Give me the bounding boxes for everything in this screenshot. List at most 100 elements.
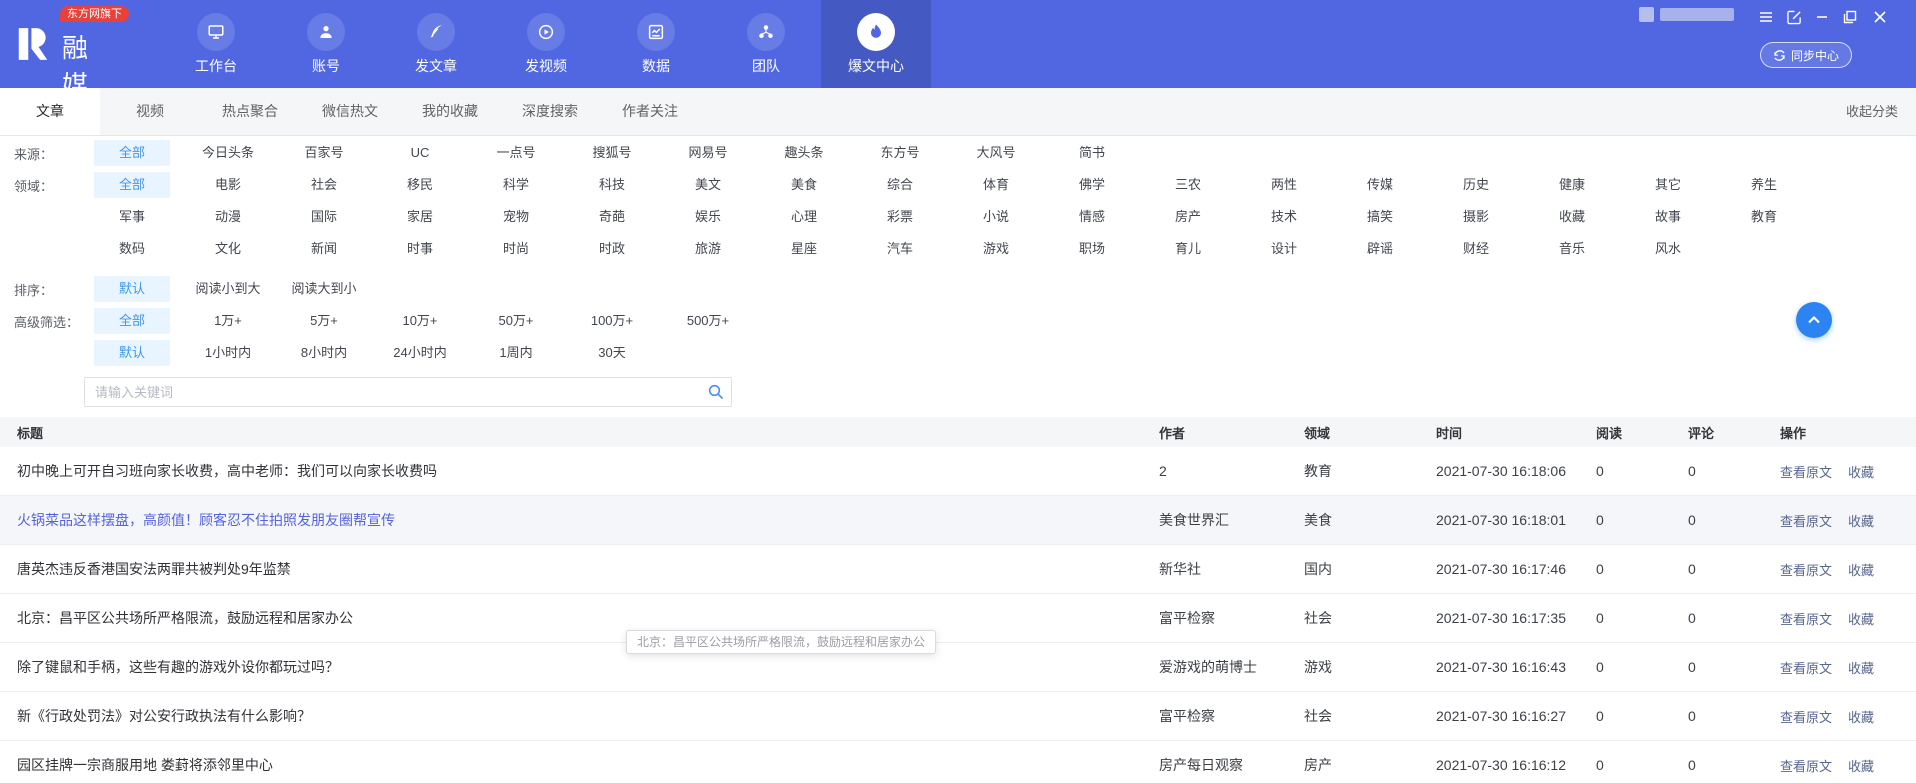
domain-option-chip[interactable]: 娱乐: [670, 204, 746, 230]
domain-option-chip[interactable]: 星座: [766, 236, 842, 262]
domain-option-chip[interactable]: 房产: [1150, 204, 1226, 230]
domain-option-chip[interactable]: 健康: [1534, 172, 1610, 198]
avatar[interactable]: [1639, 7, 1654, 22]
view-original-link[interactable]: 查看原文: [1780, 658, 1832, 677]
view-original-link[interactable]: 查看原文: [1780, 462, 1832, 481]
read-count-option-chip[interactable]: 100万+: [574, 308, 650, 334]
tab-hot-aggregate[interactable]: 热点聚合: [200, 88, 300, 135]
article-title[interactable]: 除了键鼠和手柄，这些有趣的游戏外设你都玩过吗？: [17, 659, 339, 675]
domain-option-chip[interactable]: 故事: [1630, 204, 1706, 230]
domain-option-chip[interactable]: 国际: [286, 204, 362, 230]
feedback-edit-icon[interactable]: [1784, 7, 1804, 27]
keyword-search-input[interactable]: [84, 377, 732, 407]
domain-option-chip[interactable]: 历史: [1438, 172, 1514, 198]
view-original-link[interactable]: 查看原文: [1780, 560, 1832, 579]
sync-center-button[interactable]: 同步中心: [1759, 42, 1852, 68]
domain-option-chip[interactable]: 时尚: [478, 236, 554, 262]
favorite-link[interactable]: 收藏: [1848, 609, 1874, 628]
domain-option-chip[interactable]: 时政: [574, 236, 650, 262]
time-range-option-chip[interactable]: 1小时内: [190, 340, 266, 366]
read-count-option-chip[interactable]: 500万+: [670, 308, 746, 334]
read-count-option-chip[interactable]: 全部: [94, 308, 170, 334]
maximize-button[interactable]: [1840, 7, 1860, 27]
domain-option-chip[interactable]: 汽车: [862, 236, 938, 262]
sort-option-chip[interactable]: 阅读小到大: [190, 276, 266, 302]
domain-option-chip[interactable]: 全部: [94, 172, 170, 198]
domain-option-chip[interactable]: 搞笑: [1342, 204, 1418, 230]
domain-option-chip[interactable]: 摄影: [1438, 204, 1514, 230]
domain-option-chip[interactable]: 美文: [670, 172, 746, 198]
domain-option-chip[interactable]: 两性: [1246, 172, 1322, 198]
domain-option-chip[interactable]: 家居: [382, 204, 458, 230]
time-range-option-chip[interactable]: 默认: [94, 340, 170, 366]
domain-option-chip[interactable]: 电影: [190, 172, 266, 198]
domain-option-chip[interactable]: 养生: [1726, 172, 1802, 198]
collapse-categories-link[interactable]: 收起分类: [1846, 88, 1898, 135]
sort-option-chip[interactable]: 阅读大到小: [286, 276, 362, 302]
domain-option-chip[interactable]: 美食: [766, 172, 842, 198]
source-option-chip[interactable]: 百家号: [286, 140, 362, 166]
nav-item-data[interactable]: 数据: [601, 0, 711, 88]
source-option-chip[interactable]: 网易号: [670, 140, 746, 166]
domain-option-chip[interactable]: 军事: [94, 204, 170, 230]
domain-option-chip[interactable]: 游戏: [958, 236, 1034, 262]
source-option-chip[interactable]: 大风号: [958, 140, 1034, 166]
domain-option-chip[interactable]: 音乐: [1534, 236, 1610, 262]
nav-item-account[interactable]: 账号: [271, 0, 381, 88]
read-count-option-chip[interactable]: 5万+: [286, 308, 362, 334]
domain-option-chip[interactable]: 育儿: [1150, 236, 1226, 262]
domain-option-chip[interactable]: 数码: [94, 236, 170, 262]
favorite-link[interactable]: 收藏: [1848, 658, 1874, 677]
favorite-link[interactable]: 收藏: [1848, 560, 1874, 579]
source-option-chip[interactable]: 一点号: [478, 140, 554, 166]
sort-option-chip[interactable]: 默认: [94, 276, 170, 302]
minimize-button[interactable]: [1812, 7, 1832, 27]
source-option-chip[interactable]: 趣头条: [766, 140, 842, 166]
favorite-link[interactable]: 收藏: [1848, 511, 1874, 530]
domain-option-chip[interactable]: 彩票: [862, 204, 938, 230]
view-original-link[interactable]: 查看原文: [1780, 511, 1832, 530]
search-icon[interactable]: [708, 384, 724, 400]
domain-option-chip[interactable]: 财经: [1438, 236, 1514, 262]
domain-option-chip[interactable]: 奇葩: [574, 204, 650, 230]
tab-deep-search[interactable]: 深度搜索: [500, 88, 600, 135]
nav-item-hot-article-center[interactable]: 爆文中心: [821, 0, 931, 88]
domain-option-chip[interactable]: 社会: [286, 172, 362, 198]
domain-option-chip[interactable]: 设计: [1246, 236, 1322, 262]
nav-item-publish-video[interactable]: 发视频: [491, 0, 601, 88]
domain-option-chip[interactable]: 教育: [1726, 204, 1802, 230]
read-count-option-chip[interactable]: 50万+: [478, 308, 554, 334]
nav-item-workbench[interactable]: 工作台: [161, 0, 271, 88]
time-range-option-chip[interactable]: 1周内: [478, 340, 554, 366]
domain-option-chip[interactable]: 情感: [1054, 204, 1130, 230]
domain-option-chip[interactable]: 辟谣: [1342, 236, 1418, 262]
source-option-chip[interactable]: 简书: [1054, 140, 1130, 166]
article-title[interactable]: 火锅菜品这样摆盘，高颜值！顾客忍不住拍照发朋友圈帮宣传: [17, 512, 395, 528]
domain-option-chip[interactable]: 新闻: [286, 236, 362, 262]
time-range-option-chip[interactable]: 30天: [574, 340, 650, 366]
tab-articles[interactable]: 文章: [0, 88, 100, 135]
article-title[interactable]: 初中晚上可开自习班向家长收费，高中老师：我们可以向家长收费吗: [17, 463, 437, 479]
tab-my-favorites[interactable]: 我的收藏: [400, 88, 500, 135]
article-title[interactable]: 园区挂牌一宗商服用地 娄葑将添邻里中心: [17, 757, 273, 773]
read-count-option-chip[interactable]: 1万+: [190, 308, 266, 334]
tab-wechat-hot[interactable]: 微信热文: [300, 88, 400, 135]
tab-author-follow[interactable]: 作者关注: [600, 88, 700, 135]
domain-option-chip[interactable]: 风水: [1630, 236, 1706, 262]
read-count-option-chip[interactable]: 10万+: [382, 308, 458, 334]
domain-option-chip[interactable]: 体育: [958, 172, 1034, 198]
domain-option-chip[interactable]: 综合: [862, 172, 938, 198]
source-option-chip[interactable]: 东方号: [862, 140, 938, 166]
domain-option-chip[interactable]: 传媒: [1342, 172, 1418, 198]
domain-option-chip[interactable]: 职场: [1054, 236, 1130, 262]
domain-option-chip[interactable]: 文化: [190, 236, 266, 262]
view-original-link[interactable]: 查看原文: [1780, 756, 1832, 775]
article-title[interactable]: 北京：昌平区公共场所严格限流，鼓励远程和居家办公: [17, 610, 353, 626]
source-option-chip[interactable]: 今日头条: [190, 140, 266, 166]
domain-option-chip[interactable]: 科学: [478, 172, 554, 198]
nav-item-team[interactable]: 团队: [711, 0, 821, 88]
tab-videos[interactable]: 视频: [100, 88, 200, 135]
article-title[interactable]: 新《行政处罚法》对公安行政执法有什么影响？: [17, 708, 311, 724]
source-option-chip[interactable]: 搜狐号: [574, 140, 650, 166]
domain-option-chip[interactable]: 收藏: [1534, 204, 1610, 230]
